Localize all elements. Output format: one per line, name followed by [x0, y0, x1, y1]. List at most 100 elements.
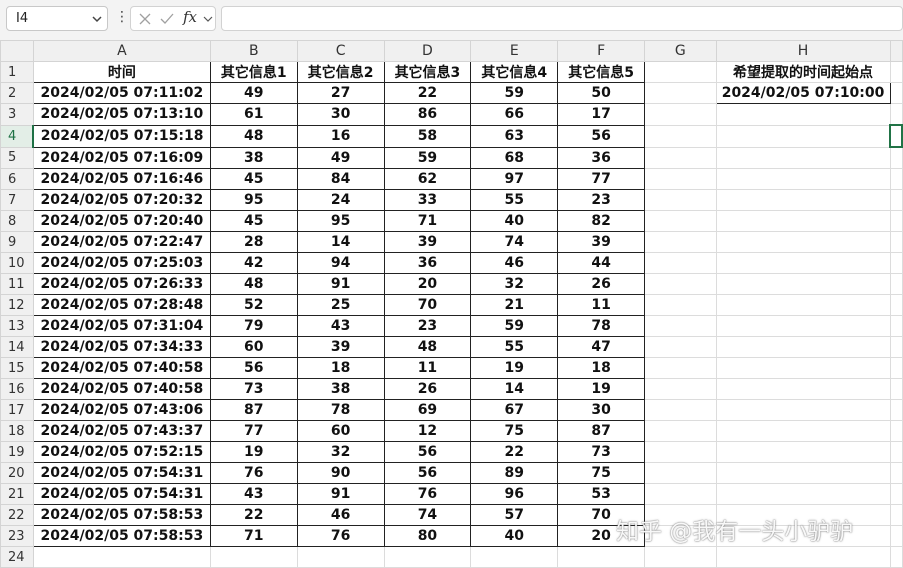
table-cell[interactable]: 78 [296, 399, 385, 421]
table-cell[interactable]: 30 [296, 103, 385, 126]
table-cell[interactable]: 79 [209, 315, 298, 337]
empty-cell[interactable] [889, 399, 903, 421]
empty-cell[interactable] [644, 315, 717, 337]
table-cell[interactable]: 58 [383, 124, 472, 148]
table-cell[interactable]: 19 [209, 441, 298, 463]
table-cell[interactable]: 11 [383, 357, 472, 379]
empty-cell[interactable] [644, 546, 717, 568]
column-header-a[interactable]: A [32, 40, 211, 62]
empty-cell[interactable] [715, 146, 891, 169]
table-cell[interactable]: 56 [383, 462, 472, 484]
table-cell[interactable]: 82 [557, 210, 646, 232]
empty-cell[interactable] [32, 546, 211, 568]
row-header[interactable]: 23 [0, 525, 34, 547]
table-cell[interactable]: 60 [296, 420, 385, 442]
chevron-down-icon[interactable] [91, 13, 103, 25]
table-cell[interactable]: 46 [296, 504, 385, 526]
formula-input[interactable] [221, 6, 903, 31]
empty-cell[interactable] [889, 168, 903, 190]
table-cell[interactable]: 39 [383, 231, 472, 253]
table-cell[interactable]: 2024/02/05 07:58:53 [32, 525, 211, 547]
empty-cell[interactable] [644, 378, 717, 400]
empty-cell[interactable] [889, 315, 903, 337]
table-cell[interactable]: 32 [296, 441, 385, 463]
table-cell[interactable]: 18 [557, 357, 646, 379]
row-header[interactable]: 12 [0, 294, 34, 316]
empty-cell[interactable] [715, 420, 891, 442]
cell[interactable] [889, 61, 903, 83]
table-cell[interactable]: 48 [383, 336, 472, 358]
header-cell-f[interactable]: 其它信息5 [557, 61, 646, 83]
empty-cell[interactable] [889, 146, 903, 169]
table-cell[interactable]: 36 [557, 146, 646, 169]
table-cell[interactable]: 74 [383, 504, 472, 526]
table-cell[interactable]: 2024/02/05 07:43:37 [32, 420, 211, 442]
empty-cell[interactable] [889, 189, 903, 211]
header-cell-e[interactable]: 其它信息4 [470, 61, 559, 83]
table-cell[interactable]: 2024/02/05 07:34:33 [32, 336, 211, 358]
table-cell[interactable]: 2024/02/05 07:25:03 [32, 252, 211, 274]
row-header[interactable]: 15 [0, 357, 34, 379]
empty-cell[interactable] [644, 124, 717, 148]
table-cell[interactable]: 36 [383, 252, 472, 274]
selected-cell[interactable] [889, 124, 903, 148]
table-cell[interactable]: 77 [209, 420, 298, 442]
empty-cell[interactable] [644, 231, 717, 253]
table-cell[interactable]: 76 [296, 525, 385, 547]
table-cell[interactable]: 63 [470, 124, 559, 148]
table-cell[interactable]: 22 [209, 504, 298, 526]
empty-cell[interactable] [644, 82, 717, 104]
column-header-d[interactable]: D [383, 40, 472, 62]
table-cell[interactable]: 2024/02/05 07:20:32 [32, 189, 211, 211]
table-cell[interactable]: 25 [296, 294, 385, 316]
table-cell[interactable]: 39 [296, 336, 385, 358]
table-cell[interactable]: 45 [209, 210, 298, 232]
table-cell[interactable]: 16 [296, 124, 385, 148]
row-header[interactable]: 7 [0, 189, 34, 211]
table-cell[interactable]: 61 [209, 103, 298, 126]
table-cell[interactable]: 19 [557, 378, 646, 400]
empty-cell[interactable] [644, 336, 717, 358]
table-cell[interactable]: 49 [209, 82, 298, 104]
row-header[interactable]: 22 [0, 504, 34, 526]
header-cell-g[interactable] [644, 61, 717, 83]
table-cell[interactable]: 55 [470, 336, 559, 358]
table-cell[interactable]: 22 [383, 82, 472, 104]
table-cell[interactable]: 42 [209, 252, 298, 274]
empty-cell[interactable] [889, 82, 903, 104]
table-cell[interactable]: 14 [296, 231, 385, 253]
empty-cell[interactable] [715, 294, 891, 316]
table-cell[interactable]: 53 [557, 483, 646, 505]
empty-cell[interactable] [889, 525, 903, 547]
column-header-i[interactable] [889, 40, 903, 62]
table-cell[interactable]: 95 [296, 210, 385, 232]
table-cell[interactable]: 97 [470, 168, 559, 190]
empty-cell[interactable] [715, 483, 891, 505]
name-box[interactable]: I4 [6, 6, 108, 31]
header-cell-h[interactable]: 希望提取的时间起始点 [715, 61, 891, 83]
table-cell[interactable]: 12 [383, 420, 472, 442]
row-header[interactable]: 3 [0, 103, 34, 126]
table-cell[interactable]: 76 [209, 462, 298, 484]
column-header-b[interactable]: B [209, 40, 298, 62]
row-header[interactable]: 16 [0, 378, 34, 400]
empty-cell[interactable] [644, 103, 717, 126]
table-cell[interactable]: 32 [470, 273, 559, 295]
table-cell[interactable]: 66 [470, 103, 559, 126]
confirm-icon[interactable] [159, 12, 175, 26]
empty-cell[interactable] [644, 294, 717, 316]
table-cell[interactable]: 40 [470, 210, 559, 232]
row-header[interactable]: 17 [0, 399, 34, 421]
table-cell[interactable]: 20 [383, 273, 472, 295]
table-cell[interactable]: 84 [296, 168, 385, 190]
table-cell[interactable]: 96 [470, 483, 559, 505]
table-cell[interactable]: 57 [470, 504, 559, 526]
table-cell[interactable]: 48 [209, 273, 298, 295]
empty-cell[interactable] [715, 189, 891, 211]
table-cell[interactable]: 56 [209, 357, 298, 379]
table-cell[interactable]: 87 [209, 399, 298, 421]
table-cell[interactable]: 43 [209, 483, 298, 505]
table-cell[interactable]: 73 [557, 441, 646, 463]
table-cell[interactable]: 60 [209, 336, 298, 358]
table-cell[interactable]: 43 [296, 315, 385, 337]
